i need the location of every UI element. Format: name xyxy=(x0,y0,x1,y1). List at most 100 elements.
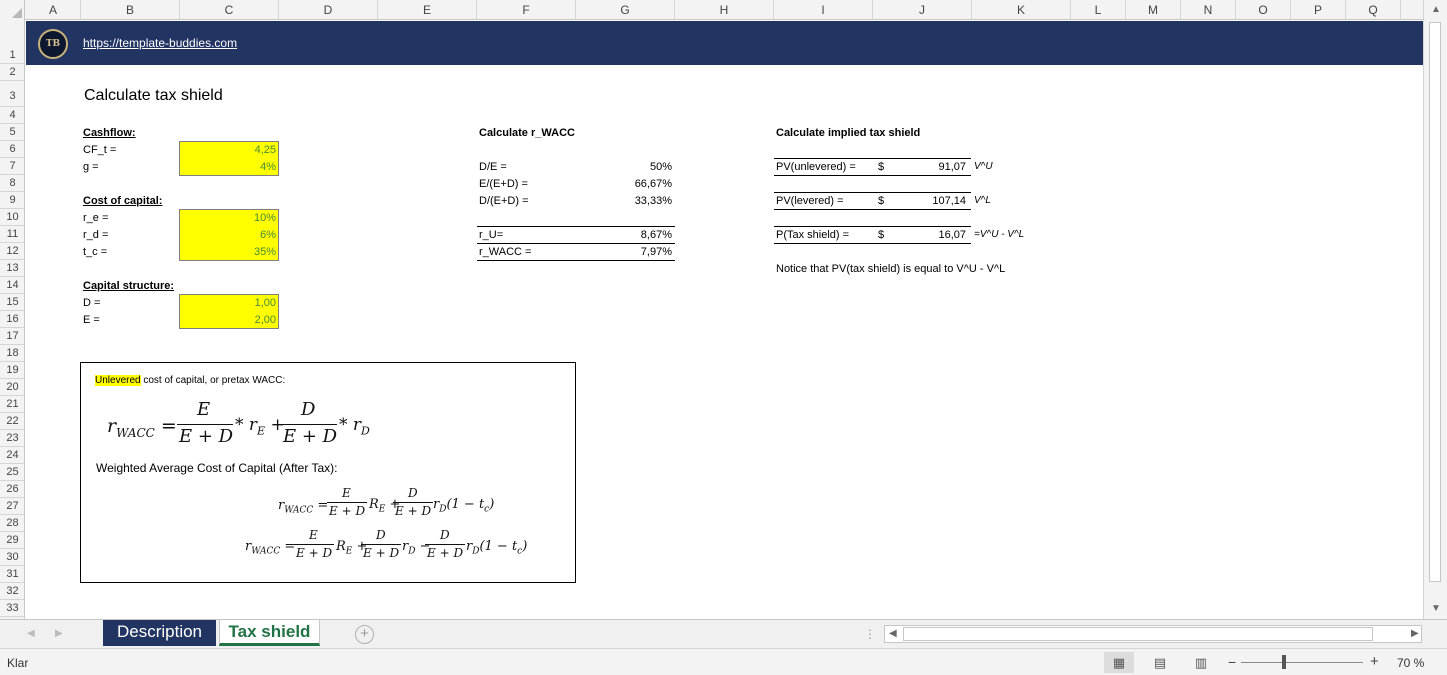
zoom-in-icon[interactable]: + xyxy=(1370,653,1379,670)
column-header-bar: A B C D E F G H I J K L M N O P Q xyxy=(0,0,1423,20)
row-header[interactable]: 10 xyxy=(0,209,24,226)
row-header[interactable]: 29 xyxy=(0,532,24,549)
column-header[interactable]: E xyxy=(378,0,477,20)
row-header[interactable]: 12 xyxy=(0,243,24,260)
column-header[interactable]: I xyxy=(774,0,873,20)
row-header[interactable]: 19 xyxy=(0,362,24,379)
column-header[interactable]: A xyxy=(26,0,81,20)
scroll-up-icon[interactable]: ▲ xyxy=(1431,4,1441,15)
row-header[interactable]: 6 xyxy=(0,141,24,158)
page-layout-view-icon[interactable]: ▤ xyxy=(1145,652,1175,673)
row-header[interactable]: 9 xyxy=(0,192,24,209)
rwacc-symbol-1: rWACC = xyxy=(107,415,177,440)
column-header[interactable]: B xyxy=(81,0,180,20)
header-banner: TB https://template-buddies.com xyxy=(26,21,1423,65)
column-header[interactable]: J xyxy=(873,0,972,20)
divider xyxy=(774,192,971,193)
row-header[interactable]: 13 xyxy=(0,260,24,277)
row-header[interactable]: 33 xyxy=(0,600,24,617)
column-header[interactable]: D xyxy=(279,0,378,20)
column-header[interactable]: K xyxy=(972,0,1071,20)
row-header[interactable]: 27 xyxy=(0,498,24,515)
row-header[interactable]: 7 xyxy=(0,158,24,175)
g-input[interactable]: 4% xyxy=(260,161,276,173)
column-header[interactable]: F xyxy=(477,0,576,20)
row-header[interactable]: 28 xyxy=(0,515,24,532)
pv-unlevered-label: PV(unlevered) = xyxy=(776,161,856,173)
row-header[interactable]: 20 xyxy=(0,379,24,396)
row-header[interactable]: 1 xyxy=(0,20,24,64)
tab-scroll-left-icon[interactable]: ◀ xyxy=(27,628,35,639)
column-header[interactable]: C xyxy=(180,0,279,20)
scroll-right-icon[interactable]: ▶ xyxy=(1411,628,1419,639)
column-header[interactable]: H xyxy=(675,0,774,20)
re-input[interactable]: 10% xyxy=(254,212,276,224)
row-header[interactable]: 11 xyxy=(0,226,24,243)
normal-view-icon[interactable]: ▦ xyxy=(1104,652,1134,673)
scroll-down-icon[interactable]: ▼ xyxy=(1431,603,1441,614)
row-header[interactable]: 8 xyxy=(0,175,24,192)
row-header[interactable]: 2 xyxy=(0,64,24,81)
row-header[interactable]: 14 xyxy=(0,277,24,294)
rd-input[interactable]: 6% xyxy=(260,229,276,241)
tab-split-handle-icon[interactable]: ⋮ xyxy=(864,627,876,641)
row-header[interactable]: 22 xyxy=(0,413,24,430)
add-sheet-icon[interactable]: + xyxy=(355,625,374,644)
vertical-scrollbar[interactable]: ▲ ▼ xyxy=(1423,0,1447,619)
row-header[interactable]: 24 xyxy=(0,447,24,464)
column-header[interactable]: O xyxy=(1236,0,1291,20)
column-header[interactable]: L xyxy=(1071,0,1126,20)
pv-unlevered-value: 91,07 xyxy=(938,161,966,173)
de-value: 50% xyxy=(649,161,672,173)
zoom-slider-knob[interactable] xyxy=(1282,655,1286,669)
rwacc-symbol-3: rWACC = xyxy=(245,539,296,557)
column-header[interactable]: N xyxy=(1181,0,1236,20)
row-header[interactable]: 5 xyxy=(0,124,24,141)
column-header[interactable]: Q xyxy=(1346,0,1401,20)
row-header[interactable]: 23 xyxy=(0,430,24,447)
tab-scroll-right-icon[interactable]: ▶ xyxy=(55,628,63,639)
column-header[interactable]: P xyxy=(1291,0,1346,20)
website-link[interactable]: https://template-buddies.com xyxy=(83,36,237,50)
vertical-scroll-thumb[interactable] xyxy=(1429,22,1441,582)
horizontal-scrollbar[interactable]: ◀ ▶ xyxy=(884,625,1422,643)
tc-input[interactable]: 35% xyxy=(254,246,276,258)
zoom-level[interactable]: 70 % xyxy=(1397,656,1424,670)
scroll-left-icon[interactable]: ◀ xyxy=(889,628,897,639)
e-input[interactable]: 2,00 xyxy=(255,314,276,326)
fraction-e-over-e-plus-d: E E + D xyxy=(177,399,234,447)
d-input[interactable]: 1,00 xyxy=(255,297,276,309)
wacc-equation-image[interactable]: Unlevered cost of capital, or pretax WAC… xyxy=(80,362,576,583)
pv-tax-shield-currency: $ xyxy=(878,229,885,241)
rd-one-minus-tc: rD(1 − tc) xyxy=(433,497,495,515)
worksheet-grid[interactable]: TB https://template-buddies.com Calculat… xyxy=(26,21,1423,619)
row-header[interactable]: 3 xyxy=(0,81,24,107)
fraction-e-over-e-plus-d: E E + D xyxy=(327,486,367,518)
tab-description[interactable]: Description xyxy=(103,620,216,646)
d-label: D = xyxy=(83,297,101,309)
row-header[interactable]: 32 xyxy=(0,583,24,600)
pv-tax-shield-value: 16,07 xyxy=(938,229,966,241)
row-header[interactable]: 15 xyxy=(0,294,24,311)
column-header[interactable]: G xyxy=(576,0,675,20)
page-break-view-icon[interactable]: ▥ xyxy=(1186,652,1216,673)
row-header[interactable]: 16 xyxy=(0,311,24,328)
fraction-d-over-e-plus-d: D E + D xyxy=(281,399,338,447)
divider xyxy=(774,175,971,176)
row-header[interactable]: 30 xyxy=(0,549,24,566)
row-header[interactable]: 4 xyxy=(0,107,24,124)
horizontal-scroll-thumb[interactable] xyxy=(903,627,1373,641)
column-header[interactable]: M xyxy=(1126,0,1181,20)
row-header[interactable]: 25 xyxy=(0,464,24,481)
cf-input[interactable]: 4,25 xyxy=(255,144,276,156)
row-header[interactable]: 31 xyxy=(0,566,24,583)
zoom-out-icon[interactable]: − xyxy=(1228,654,1236,670)
zoom-slider-track[interactable] xyxy=(1241,662,1363,663)
row-header[interactable]: 21 xyxy=(0,396,24,413)
row-header[interactable]: 26 xyxy=(0,481,24,498)
fraction-d-over-e-plus-d: D E + D xyxy=(361,528,401,560)
row-header[interactable]: 18 xyxy=(0,345,24,362)
tab-tax-shield[interactable]: Tax shield xyxy=(219,620,320,646)
row-header[interactable]: 17 xyxy=(0,328,24,345)
select-all-corner[interactable] xyxy=(0,0,25,20)
